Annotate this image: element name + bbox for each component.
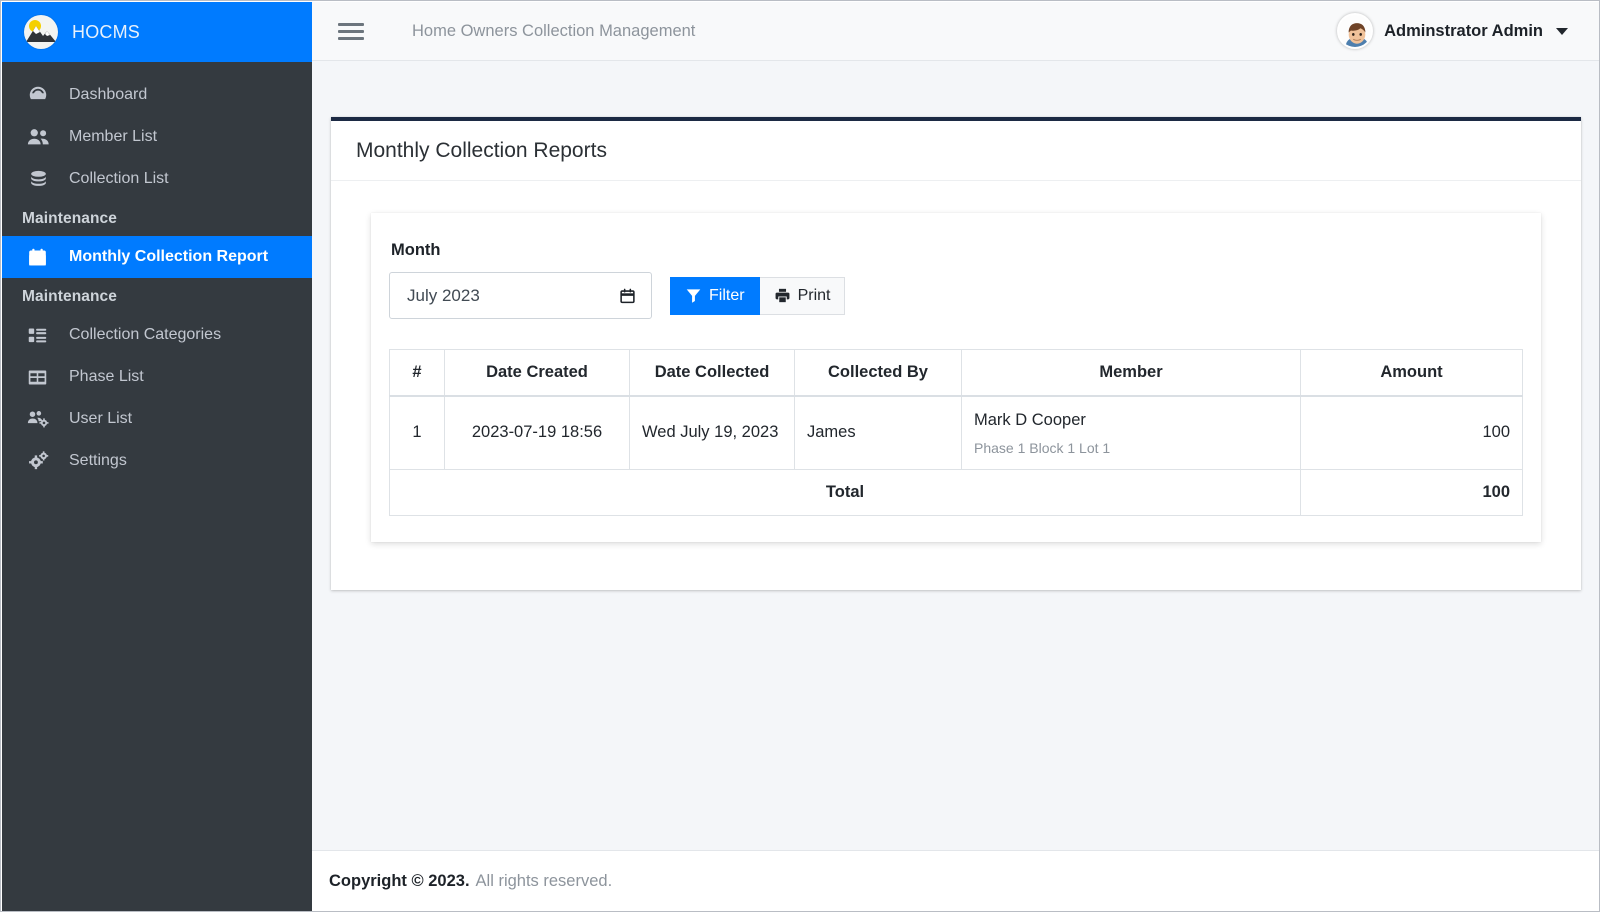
sidebar-nav: Dashboard Member List Collection List Ma…	[2, 62, 312, 482]
sidebar-item-label: Member List	[69, 128, 158, 145]
dashboard-icon	[27, 84, 53, 106]
column-header-collected-by: Collected By	[794, 349, 962, 397]
month-field-label: Month	[391, 241, 441, 259]
cell-amount: 100	[1300, 395, 1523, 470]
sidebar-item-user-list[interactable]: User List	[2, 398, 312, 440]
table-icon	[27, 366, 53, 388]
footer-copyright: Copyright © 2023.	[329, 872, 470, 890]
user-name: Adminstrator Admin	[1384, 21, 1543, 40]
page-title: Monthly Collection Reports	[356, 139, 607, 162]
table-header-row: # Date Created Date Collected Collected …	[389, 349, 1523, 397]
funnel-icon	[685, 287, 702, 304]
users-icon	[27, 126, 53, 148]
sidebar-section-header-maintenance-2: Maintenance	[22, 288, 117, 305]
sidebar-item-label: Collection Categories	[69, 326, 222, 343]
filter-toolbar: July 2023 Filter Print	[389, 272, 1523, 319]
caret-down-icon	[1556, 27, 1568, 35]
top-navbar: Home Owners Collection Management Admins…	[312, 2, 1599, 61]
table-body: 1 2023-07-19 18:56 Wed July 19, 2023 Jam…	[389, 395, 1523, 516]
sidebar-item-collection-categories[interactable]: Collection Categories	[2, 314, 312, 356]
navbar-title: Home Owners Collection Management	[412, 21, 696, 40]
sidebar-section-header-maintenance-1: Maintenance	[22, 210, 117, 227]
calendar-icon[interactable]	[619, 287, 636, 305]
collection-report-table: # Date Created Date Collected Collected …	[389, 349, 1523, 516]
column-header-date-created: Date Created	[444, 349, 630, 397]
content-area: Monthly Collection Reports Month July 20…	[312, 61, 1599, 832]
sidebar-item-label: Settings	[69, 452, 127, 469]
brand-name: HOCMS	[72, 21, 140, 42]
print-button[interactable]: Print	[759, 276, 846, 315]
filter-actions: Filter Print	[670, 272, 846, 319]
filter-button-label: Filter	[709, 286, 745, 304]
sidebar-item-dashboard[interactable]: Dashboard	[2, 74, 312, 116]
report-card: Monthly Collection Reports Month July 20…	[331, 117, 1581, 590]
main-panel: Home Owners Collection Management Admins…	[312, 2, 1599, 911]
coins-icon	[27, 168, 53, 190]
member-address: Phase 1 Block 1 Lot 1	[974, 439, 1111, 456]
month-input-value: July 2023	[407, 285, 480, 305]
total-amount: 100	[1300, 468, 1523, 516]
member-name: Mark D Cooper	[974, 411, 1086, 429]
mountain-sun-logo-icon	[24, 15, 58, 49]
table-total-row: Total 100	[389, 468, 1523, 516]
footer-rights: All rights reserved.	[475, 872, 613, 890]
column-header-member: Member	[961, 349, 1301, 397]
total-label: Total	[389, 468, 1301, 516]
table-head: # Date Created Date Collected Collected …	[389, 349, 1523, 397]
page-footer: Copyright © 2023. All rights reserved.	[312, 850, 1599, 911]
card-header: Monthly Collection Reports	[331, 121, 1581, 181]
mountain-glyph	[26, 26, 56, 42]
user-avatar	[1337, 13, 1374, 49]
sidebar-item-label: Monthly Collection Report	[69, 248, 269, 265]
sidebar-item-label: User List	[69, 410, 133, 427]
sidebar-item-label: Phase List	[69, 368, 144, 385]
table-row[interactable]: 1 2023-07-19 18:56 Wed July 19, 2023 Jam…	[389, 395, 1523, 470]
column-header-amount: Amount	[1300, 349, 1523, 397]
cell-date-created: 2023-07-19 18:56	[444, 395, 630, 470]
hamburger-icon[interactable]	[338, 21, 364, 42]
users-cog-icon	[27, 408, 53, 430]
list-grid-icon	[27, 324, 53, 346]
sidebar-item-member-list[interactable]: Member List	[2, 116, 312, 158]
column-header-date-collected: Date Collected	[629, 349, 795, 397]
cell-member: Mark D Cooper Phase 1 Block 1 Lot 1	[961, 395, 1301, 470]
sidebar-item-settings[interactable]: Settings	[2, 440, 312, 482]
sidebar: HOCMS Dashboard Member List Collection L…	[2, 2, 312, 911]
filter-button[interactable]: Filter	[670, 276, 760, 315]
sidebar-item-collection-list[interactable]: Collection List	[2, 158, 312, 200]
report-inner-card: Month July 2023 Filter Print # Date Crea…	[371, 213, 1541, 542]
calendar-icon	[27, 246, 53, 268]
sidebar-item-label: Dashboard	[69, 86, 148, 103]
sidebar-item-monthly-collection-report[interactable]: Monthly Collection Report	[2, 236, 312, 278]
cell-collected-by: James	[794, 395, 962, 470]
print-button-label: Print	[797, 286, 831, 304]
cell-number: 1	[389, 395, 445, 470]
application-window: HOCMS Dashboard Member List Collection L…	[0, 0, 1600, 912]
cogs-icon	[27, 450, 53, 472]
month-input[interactable]: July 2023	[389, 272, 652, 319]
column-header-number: #	[389, 349, 445, 397]
sidebar-item-label: Collection List	[69, 170, 169, 187]
sidebar-item-phase-list[interactable]: Phase List	[2, 356, 312, 398]
cell-date-collected: Wed July 19, 2023	[629, 395, 795, 470]
user-menu[interactable]: Adminstrator Admin	[1337, 13, 1582, 49]
printer-icon	[774, 287, 791, 304]
brand-header[interactable]: HOCMS	[2, 2, 312, 62]
card-body: Month July 2023 Filter Print # Date Crea…	[331, 181, 1581, 590]
